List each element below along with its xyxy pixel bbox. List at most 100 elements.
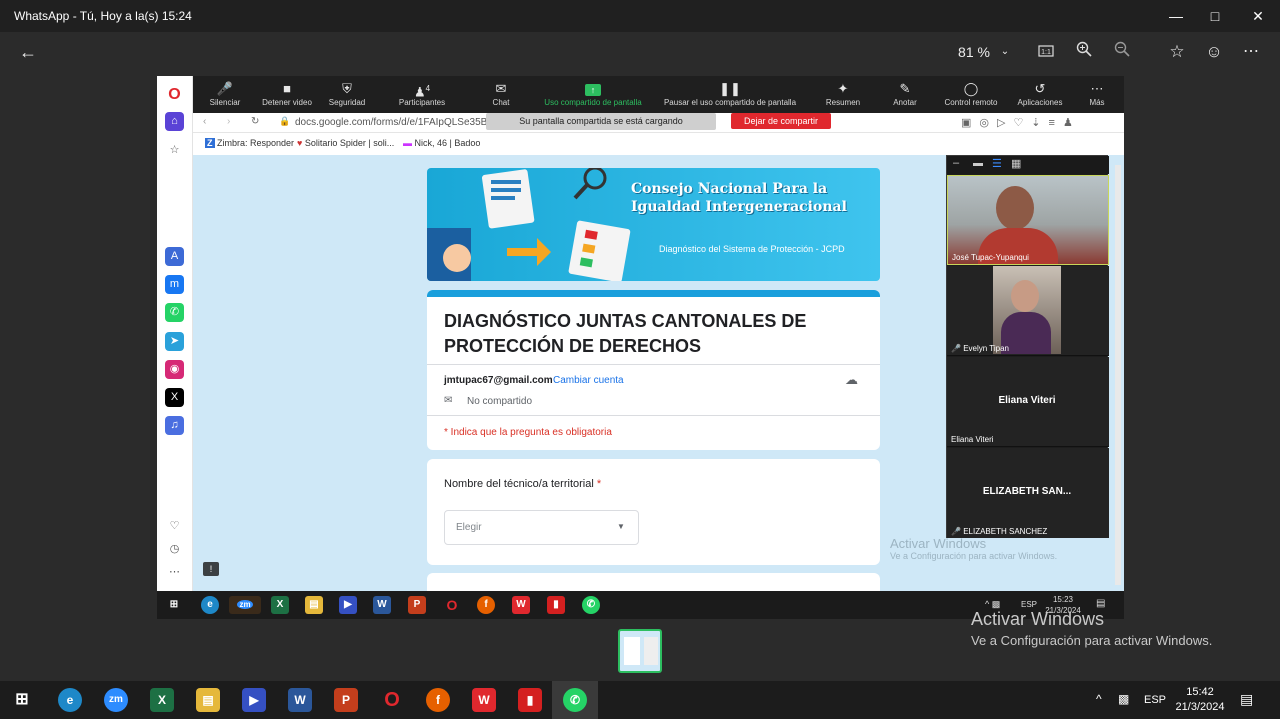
scrollbar[interactable] <box>1115 165 1121 585</box>
media-player-icon[interactable]: ▶ <box>242 688 266 712</box>
minimize-button[interactable]: — <box>1166 6 1186 26</box>
aria-icon[interactable]: A <box>165 247 184 266</box>
annotate-button[interactable]: ✎ Anotar <box>883 80 927 107</box>
stop-video-button[interactable]: ■ Detener video <box>257 80 317 107</box>
more-button[interactable]: ⋯ Más <box>1079 80 1115 107</box>
file-explorer-icon[interactable]: ▤ <box>196 688 220 712</box>
star-icon[interactable]: ☆ <box>1166 40 1188 64</box>
word-icon[interactable]: W <box>288 688 312 712</box>
opera-logo-icon[interactable]: O <box>165 85 184 104</box>
zoom-icon[interactable]: zm <box>104 688 128 712</box>
start-button-icon[interactable]: ⊞ <box>10 688 34 712</box>
actual-size-icon[interactable]: 1:1 <box>1036 40 1056 64</box>
thumbnail[interactable] <box>618 629 662 673</box>
telegram-icon[interactable]: ➤ <box>165 332 184 351</box>
language-indicator[interactable]: ESP <box>1144 694 1166 706</box>
bookmark-badoo[interactable]: ▬ Nick, 46 | Badoo <box>403 138 480 148</box>
edge-icon[interactable]: e <box>201 596 219 614</box>
x-icon[interactable]: X <box>165 388 184 407</box>
more-icon[interactable]: ⋯ <box>1240 40 1262 64</box>
security-button[interactable]: ⛨ Seguridad <box>321 80 373 107</box>
history-icon[interactable]: ◷ <box>165 540 184 559</box>
start-icon[interactable]: ⊞ <box>165 596 183 614</box>
participant-face <box>996 186 1034 230</box>
url-text[interactable]: docs.google.com/forms/d/e/1FAIpQLSe35BG6 <box>295 117 501 128</box>
notification-icon[interactable]: ▤ <box>1096 598 1105 609</box>
participant-display-name: Eliana Viteri <box>998 395 1056 406</box>
opera-sidebar: O ⌂ ☆ A m ✆ ➤ ◉ X ♫ ♡ ◷ ⋯ <box>157 76 193 591</box>
word-icon[interactable]: W <box>373 596 391 614</box>
mute-button[interactable]: 🎤 Silenciar <box>201 80 249 107</box>
form-title: DIAGNÓSTICO JUNTAS CANTONALES DE PROTECC… <box>444 311 807 356</box>
powerpoint-icon[interactable]: P <box>408 596 426 614</box>
sidebar-more-icon[interactable]: ⋯ <box>165 563 184 582</box>
participant-tile-eliana[interactable]: Eliana Viteri Eliana Viteri <box>947 357 1109 447</box>
nav-forward-icon[interactable]: › <box>227 116 230 127</box>
feedback-icon[interactable]: ! <box>203 562 219 576</box>
player-icon[interactable]: ♫ <box>165 416 184 435</box>
acrobat-icon[interactable]: ▮ <box>518 688 542 712</box>
wps-icon[interactable]: W <box>512 596 530 614</box>
switch-account-link[interactable]: Cambiar cuenta <box>553 375 624 386</box>
firefox-icon[interactable]: f <box>426 688 450 712</box>
participants-button[interactable]: ♟4 Participantes <box>387 80 457 107</box>
back-arrow-icon[interactable]: ← <box>16 40 40 64</box>
pause-share-button[interactable]: ❚❚ Pausar el uso compartido de pantalla <box>655 80 805 107</box>
excel-icon[interactable]: X <box>271 596 289 614</box>
participant-tile-evelyn[interactable]: 🎤 Evelyn Tipan <box>947 266 1109 356</box>
apps-button[interactable]: ↺ Aplicaciones <box>1011 80 1069 107</box>
zoom-app-icon[interactable]: zm <box>229 596 261 614</box>
instagram-icon[interactable]: ◉ <box>165 360 184 379</box>
reload-icon[interactable]: ↻ <box>251 116 259 127</box>
emoji-icon[interactable]: ☺ <box>1203 40 1225 64</box>
opera-icon[interactable]: O <box>380 688 404 712</box>
network-icon[interactable]: ▩ <box>1118 692 1129 706</box>
powerpoint-icon[interactable]: P <box>334 688 358 712</box>
maximize-button[interactable]: □ <box>1205 6 1225 26</box>
svg-text:1:1: 1:1 <box>1041 49 1051 56</box>
home-icon[interactable]: ⌂ <box>165 112 184 131</box>
firefox-icon[interactable]: f <box>477 596 495 614</box>
wps-icon[interactable]: W <box>472 688 496 712</box>
bookmark-zimbra[interactable]: Z Zimbra: Responder <box>205 138 294 148</box>
participant-tile-jose[interactable]: José Tupac-Yupanqui <box>947 175 1109 265</box>
pdf-icon[interactable]: ▮ <box>547 596 565 614</box>
remote-control-button[interactable]: ◯ Control remoto <box>939 80 1003 107</box>
nav-back-icon[interactable]: ‹ <box>203 116 206 127</box>
address-tools-icon[interactable]: ▣◎▷♡⇣≡♟ <box>961 116 1081 129</box>
technician-dropdown[interactable]: Elegir ▼ <box>444 510 639 545</box>
summary-button[interactable]: ✦ Resumen <box>821 80 865 107</box>
media-icon[interactable]: ▶ <box>339 596 357 614</box>
zoom-in-icon[interactable] <box>1073 40 1095 64</box>
explorer-icon[interactable]: ▤ <box>305 596 323 614</box>
list-view-icon[interactable]: ☰ <box>992 157 1002 170</box>
grid-view-icon[interactable]: ▦ <box>1011 157 1021 170</box>
whatsapp-active-slot[interactable]: ✆ <box>552 681 598 719</box>
whatsapp-taskbar-icon[interactable]: ✆ <box>582 596 600 614</box>
chat-button[interactable]: ✉ Chat <box>479 80 523 107</box>
notifications-icon[interactable]: ▤ <box>1240 691 1253 708</box>
pause-icon: ❚❚ <box>719 81 741 96</box>
whatsapp-icon[interactable]: ✆ <box>165 303 184 322</box>
participant-tile-elizabeth[interactable]: ELIZABETH SAN... 🎤 ELIZABETH SANCHEZ <box>947 448 1109 538</box>
heart-icon[interactable]: ♡ <box>165 517 184 536</box>
share-screen-button[interactable]: ↑ Uso compartido de pantalla <box>533 80 653 107</box>
more-dots-icon: ⋯ <box>1090 81 1104 96</box>
excel-icon[interactable]: X <box>150 688 174 712</box>
strip-view-icon[interactable]: ▬ <box>973 158 983 169</box>
zoom-out-icon[interactable] <box>1111 40 1133 64</box>
bookmark-star-icon[interactable]: ☆ <box>165 141 184 160</box>
opera-icon[interactable]: O <box>443 596 461 614</box>
close-button[interactable]: ✕ <box>1248 6 1268 26</box>
clock[interactable]: 15:42 21/3/2024 <box>1172 685 1228 715</box>
inner-lang[interactable]: ESP <box>1021 600 1037 609</box>
stop-share-button[interactable]: Dejar de compartir <box>731 113 831 129</box>
minimize-view-icon[interactable]: – <box>953 157 959 169</box>
tray-up-icon[interactable]: ^ <box>1096 692 1102 706</box>
zoom-level: 81 % <box>958 44 990 60</box>
chevron-down-icon[interactable]: ⌄ <box>995 40 1015 64</box>
bookmark-solitario[interactable]: ♥ Solitario Spider | soli... <box>297 138 394 148</box>
edge-icon[interactable]: e <box>58 688 82 712</box>
messenger-icon[interactable]: m <box>165 275 184 294</box>
divider <box>427 364 880 365</box>
